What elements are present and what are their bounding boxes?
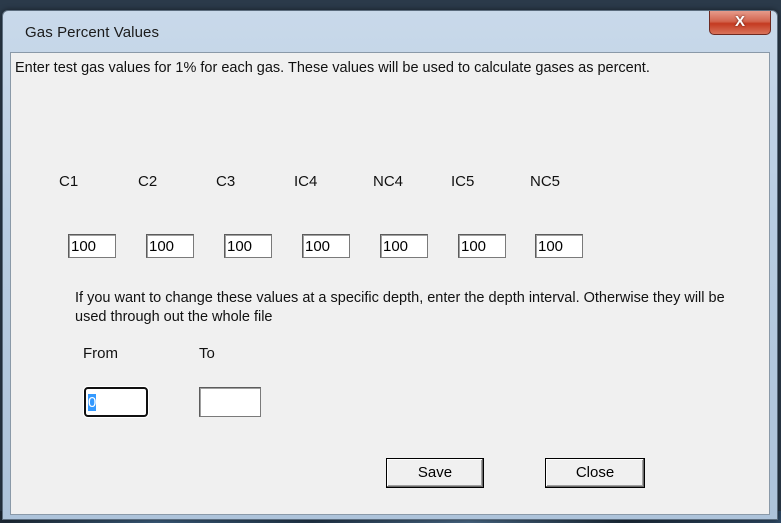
gas-input-nc5[interactable] (535, 234, 583, 258)
gas-input-ic4[interactable] (302, 234, 350, 258)
gas-input-c1[interactable] (68, 234, 116, 258)
close-button[interactable]: Close (545, 458, 645, 488)
window-close-button[interactable]: X (709, 11, 771, 35)
gas-label-c1: C1 (59, 173, 79, 190)
intro-text: Enter test gas values for 1% for each ga… (15, 60, 650, 76)
window-title: Gas Percent Values (25, 24, 160, 41)
depth-instruction: If you want to change these values at a … (75, 290, 725, 325)
gas-label-nc4: NC4 (373, 173, 404, 190)
to-label: To (199, 345, 215, 362)
gas-input-nc4[interactable] (380, 234, 428, 258)
save-button[interactable]: Save (386, 458, 484, 488)
from-label: From (83, 345, 118, 362)
gas-label-c2: C2 (138, 173, 158, 190)
gas-input-ic5[interactable] (458, 234, 506, 258)
title-bar[interactable]: Gas Percent Values X (3, 11, 777, 53)
gas-input-c3[interactable] (224, 234, 272, 258)
gas-label-ic5: IC5 (451, 173, 475, 190)
from-depth-input[interactable] (83, 386, 149, 418)
to-depth-input[interactable] (199, 387, 261, 417)
gas-percent-dialog: Gas Percent Values X Enter test gas valu… (2, 10, 778, 520)
gas-label-c3: C3 (216, 173, 236, 190)
gas-label-nc5: NC5 (530, 173, 561, 190)
gas-label-ic4: IC4 (294, 173, 318, 190)
dialog-client-area: Enter test gas values for 1% for each ga… (10, 52, 770, 515)
gas-input-c2[interactable] (146, 234, 194, 258)
